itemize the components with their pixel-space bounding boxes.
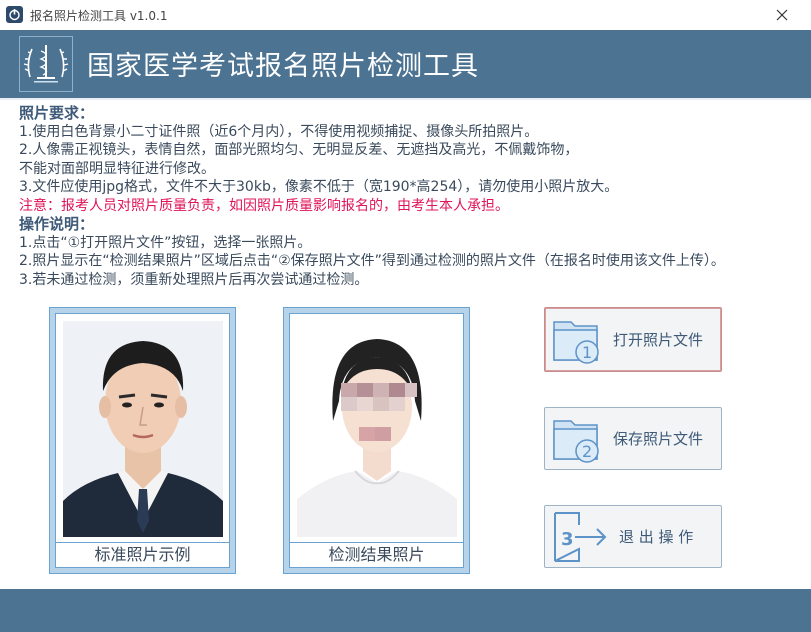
- exit-3-icon: 3: [551, 509, 611, 569]
- folder-2-icon: 2: [551, 413, 605, 469]
- power-app-icon: [6, 6, 23, 23]
- folder-1-icon: 1: [551, 314, 605, 370]
- requirement-line: 3.文件应使用jpg格式，文件不大于30kb，像素不低于（宽190*高254），…: [19, 179, 619, 195]
- sample-portrait-image: [63, 321, 223, 537]
- result-photo-caption: 检测结果照片: [289, 542, 464, 568]
- footer-bar: [0, 589, 811, 632]
- open-photo-label: 打开照片文件: [613, 331, 704, 349]
- requirement-line: 2.人像需正视镜头，表情自然，面部光照均匀、无明显反差、无遮挡及高光，不佩戴饰物…: [19, 142, 579, 158]
- svg-text:3: 3: [561, 529, 574, 550]
- result-photo-frame: 检测结果照片: [283, 307, 470, 574]
- app-window: 报名照片检测工具 v1.0.1 国家医学考试报名照片检测工具 照片要求： 1.使…: [0, 0, 811, 632]
- svg-text:1: 1: [582, 343, 592, 362]
- close-icon: [776, 9, 788, 21]
- requirements-heading: 照片要求：: [19, 104, 95, 122]
- medical-emblem-logo: [19, 36, 73, 92]
- window-title: 报名照片检测工具 v1.0.1: [30, 9, 168, 23]
- svg-text:2: 2: [582, 442, 592, 461]
- app-heading: 国家医学考试报名照片检测工具: [87, 51, 479, 82]
- requirement-line: 不能对面部明显特征进行修改。: [19, 160, 215, 177]
- warning-text: 注意：报考人员对照片质量负责，如因照片质量影响报名的，由考生本人承担。: [19, 197, 509, 214]
- instruction-line: 1.点击“①打开照片文件”按钮，选择一张照片。: [19, 234, 312, 251]
- sample-photo-caption: 标准照片示例: [55, 542, 230, 568]
- instruction-line: 3.若未通过检测，须重新处理照片后再次尝试通过检测。: [19, 271, 369, 288]
- result-portrait-image: [297, 321, 457, 537]
- exit-button[interactable]: 3 退 出 操 作: [544, 505, 722, 568]
- save-photo-label: 保存照片文件: [613, 430, 704, 448]
- instruction-line: 2.照片显示在“检测结果照片”区域后点击“②保存照片文件”得到通过检测的照片文件…: [19, 253, 725, 269]
- close-button[interactable]: [771, 4, 793, 26]
- save-photo-button[interactable]: 2 保存照片文件: [544, 407, 722, 470]
- requirement-line: 1.使用白色背景小二寸证件照（近6个月内），不得使用视频捕捉、摄像头所拍照片。: [19, 123, 539, 140]
- instructions-heading: 操作说明：: [19, 215, 95, 233]
- sample-photo-frame: 标准照片示例: [49, 307, 236, 574]
- open-photo-button[interactable]: 1 打开照片文件: [544, 307, 722, 372]
- header-divider: [0, 98, 811, 100]
- header-banner: 国家医学考试报名照片检测工具: [0, 30, 811, 98]
- info-section: 照片要求： 1.使用白色背景小二寸证件照（近6个月内），不得使用视频捕捉、摄像头…: [19, 104, 809, 289]
- exit-label: 退 出 操 作: [619, 528, 694, 546]
- title-bar: 报名照片检测工具 v1.0.1: [0, 0, 811, 30]
